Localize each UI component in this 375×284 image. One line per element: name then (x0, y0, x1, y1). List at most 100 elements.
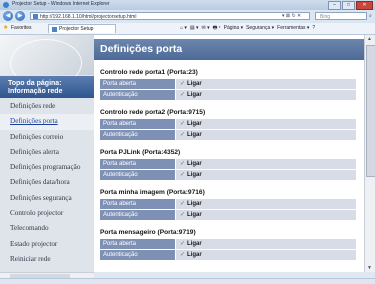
home-button[interactable]: ⌂ ▾ (180, 25, 187, 33)
tab-page-icon (52, 27, 57, 32)
section-title: Porta mensageiro (Porta:9719) (100, 229, 196, 236)
sidebar-item-datetime-settings[interactable]: Definições data/hora (0, 175, 94, 190)
section-title: Porta minha imagem (Porta:9716) (100, 189, 205, 196)
setting-label: Porta aberta (100, 159, 175, 169)
search-placeholder: Bing (320, 14, 331, 20)
scroll-up-icon[interactable]: ▲ (367, 36, 372, 42)
sidebar-item-network-settings[interactable]: Definições rede (0, 99, 94, 114)
page-title: Definições porta (100, 43, 183, 55)
sidebar-item-mail-settings[interactable]: Definições correio (0, 130, 94, 145)
sidebar-nav: Definições rede Definições porta Definiç… (0, 99, 94, 267)
setting-row: Autenticação ✓ Ligar (100, 130, 356, 140)
setting-value[interactable]: ✓ Ligar (176, 199, 356, 209)
setting-value-text: Ligar (187, 92, 202, 98)
check-icon: ✓ (180, 81, 186, 87)
setting-row: Autenticação ✓ Ligar (100, 250, 356, 260)
status-bar (0, 278, 375, 284)
check-icon: ✓ (180, 241, 186, 247)
setting-value[interactable]: ✓ Ligar (176, 119, 356, 129)
sidebar-item-alert-settings[interactable]: Definições alerta (0, 145, 94, 160)
setting-row: Porta aberta ✓ Ligar (100, 159, 356, 169)
scroll-down-icon[interactable]: ▼ (367, 265, 372, 271)
setting-value-text: Ligar (187, 252, 202, 258)
check-icon: ✓ (180, 201, 186, 207)
sidebar-item-remote-control[interactable]: Telecomando (0, 221, 94, 236)
search-icon[interactable]: ⌕ (369, 13, 372, 19)
setting-value-text: Ligar (187, 201, 202, 207)
setting-label: Autenticação (100, 170, 175, 180)
tools-menu[interactable]: Ferramentas ▾ (277, 25, 309, 33)
page-title-bar: Definições porta (94, 39, 364, 60)
favorites-bar: ★ Favorites Projector Setup ⌂ ▾ ▤ ▾ ✉ ▾ … (0, 23, 375, 35)
setting-value-text: Ligar (187, 81, 202, 87)
tab-label: Projector Setup (59, 26, 94, 32)
close-window-button[interactable]: ✕ (356, 1, 373, 10)
mail-button[interactable]: ✉ ▾ (202, 25, 210, 33)
setting-row: Porta aberta ✓ Ligar (100, 199, 356, 209)
setting-value-text: Ligar (187, 132, 202, 138)
section-title: Controlo rede porta2 (Porta:9715) (100, 109, 206, 116)
setting-label: Porta aberta (100, 239, 175, 249)
setting-value[interactable]: ✓ Ligar (176, 130, 356, 140)
browser-icon (3, 2, 9, 8)
sidebar-item-projector-control[interactable]: Controlo projector (0, 206, 94, 221)
page-menu[interactable]: Página ▾ (224, 25, 243, 33)
setting-value-text: Ligar (187, 161, 202, 167)
address-text: http://192.168.1.10/html/projectorsetup.… (40, 14, 137, 20)
back-button[interactable]: ◀ (3, 11, 13, 21)
sidebar-item-security-settings[interactable]: Definições segurança (0, 191, 94, 206)
feeds-button[interactable]: ▤ ▾ (190, 25, 199, 33)
check-icon: ✓ (180, 161, 186, 167)
tab-projector-setup[interactable]: Projector Setup (48, 24, 116, 33)
sidebar-top-link[interactable]: Topo da página: Informação rede (0, 76, 94, 98)
port-section: Porta PJLink (Porta:4352) Porta aberta ✓… (100, 148, 356, 180)
scrollbar-thumb[interactable] (366, 45, 375, 177)
setting-value[interactable]: ✓ Ligar (176, 170, 356, 180)
setting-value[interactable]: ✓ Ligar (176, 79, 356, 89)
print-button[interactable]: 🖶 ▾ (213, 25, 221, 33)
setting-value[interactable]: ✓ Ligar (176, 159, 356, 169)
check-icon: ✓ (180, 172, 186, 178)
forward-button[interactable]: ▶ (15, 11, 25, 21)
setting-label: Porta aberta (100, 79, 175, 89)
command-bar: ⌂ ▾ ▤ ▾ ✉ ▾ 🖶 ▾ Página ▾ Segurança ▾ Fer… (180, 25, 315, 33)
safety-menu[interactable]: Segurança ▾ (246, 25, 274, 33)
check-icon: ✓ (180, 92, 186, 98)
sidebar-item-port-settings[interactable]: Definições porta (0, 114, 94, 130)
setting-row: Porta aberta ✓ Ligar (100, 239, 356, 249)
setting-label: Porta aberta (100, 199, 175, 209)
vertical-scrollbar[interactable]: ▲ ▼ (364, 35, 375, 272)
setting-label: Autenticação (100, 130, 175, 140)
sidebar-item-projector-status[interactable]: Estado projector (0, 237, 94, 252)
setting-label: Autenticação (100, 210, 175, 220)
address-tools[interactable]: ▾ ⊠ ↻ ✕ (282, 13, 301, 19)
sidebar-item-network-restart[interactable]: Reiniciar rede (0, 252, 94, 267)
setting-value[interactable]: ✓ Ligar (176, 250, 356, 260)
minimize-button[interactable]: – (328, 1, 341, 10)
setting-value[interactable]: ✓ Ligar (176, 239, 356, 249)
port-section: Porta minha imagem (Porta:9716) Porta ab… (100, 188, 356, 220)
setting-row: Porta aberta ✓ Ligar (100, 79, 356, 89)
sidebar-top-label: Topo da página: Informação rede (8, 80, 63, 95)
setting-value[interactable]: ✓ Ligar (176, 210, 356, 220)
sidebar-banner (0, 35, 94, 87)
main-panel: Definições porta Controlo rede porta1 (P… (94, 35, 364, 272)
setting-value[interactable]: ✓ Ligar (176, 90, 356, 100)
search-input[interactable]: Bing (315, 12, 367, 20)
setting-label: Autenticação (100, 90, 175, 100)
setting-value-text: Ligar (187, 172, 202, 178)
setting-row: Autenticação ✓ Ligar (100, 170, 356, 180)
check-icon: ✓ (180, 132, 186, 138)
check-icon: ✓ (180, 212, 186, 218)
setting-value-text: Ligar (187, 212, 202, 218)
check-icon: ✓ (180, 252, 186, 258)
help-button[interactable]: ? (312, 25, 315, 33)
favorites-star-icon[interactable]: ★ (3, 24, 8, 31)
sidebar-item-schedule-settings[interactable]: Definições programação (0, 160, 94, 175)
setting-label: Porta aberta (100, 119, 175, 129)
check-icon: ✓ (180, 121, 186, 127)
address-bar[interactable]: http://192.168.1.10/html/projectorsetup.… (30, 12, 310, 20)
page-content: Topo da página: Informação rede Definiçõ… (0, 35, 364, 272)
favorites-button[interactable]: Favorites (11, 25, 32, 31)
maximize-button[interactable]: □ (342, 1, 355, 10)
